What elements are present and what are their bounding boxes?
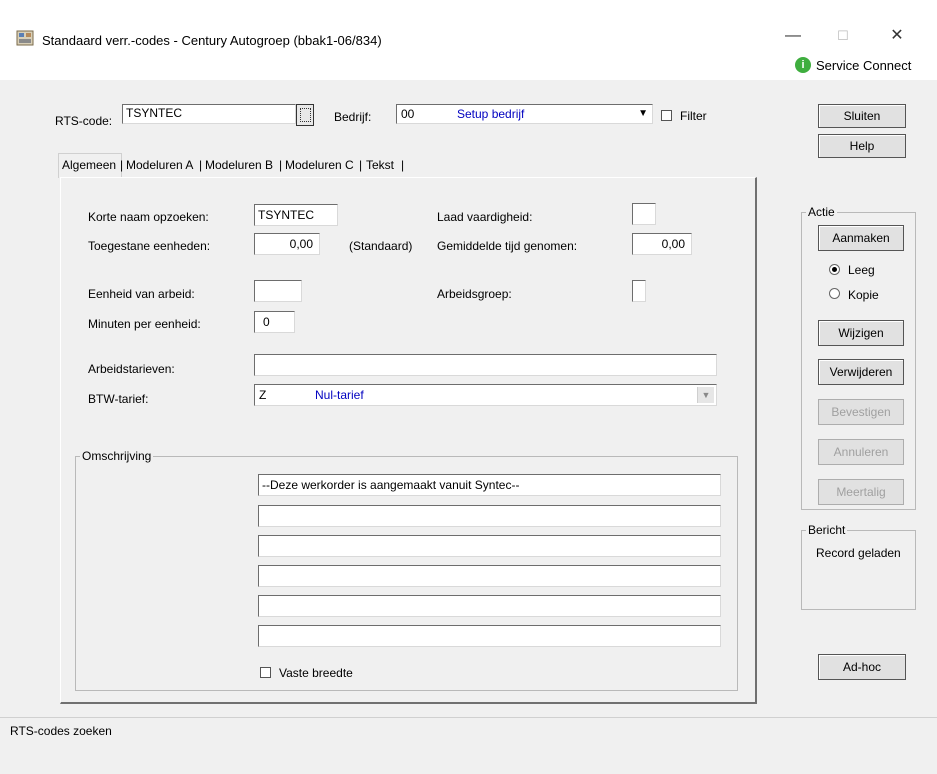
tab-modeluren-b[interactable]: Modeluren B [205, 158, 273, 172]
omschrijving-line-1[interactable]: --Deze werkorder is aangemaakt vanuit Sy… [258, 474, 721, 496]
leeg-radio[interactable] [829, 264, 840, 275]
omschrijving-title: Omschrijving [80, 449, 154, 463]
close-button[interactable]: ✕ [880, 24, 914, 48]
arbeidstarieven-label: Arbeidstarieven: [88, 362, 175, 376]
maximize-button[interactable]: ☐ [826, 24, 860, 48]
lookup-icon [299, 108, 311, 122]
aanmaken-button[interactable]: Aanmaken [818, 225, 904, 251]
wijzigen-button[interactable]: Wijzigen [818, 320, 904, 346]
service-connect-icon: i [795, 57, 811, 73]
chevron-down-icon: ▼ [638, 108, 648, 119]
bericht-group [801, 530, 916, 610]
arbeidstarieven-input[interactable] [254, 354, 717, 376]
kopie-radio[interactable] [829, 288, 840, 299]
vaste-breedte-label: Vaste breedte [279, 666, 353, 680]
gemiddelde-tijd-input[interactable]: 0,00 [632, 233, 692, 255]
meertalig-button[interactable]: Meertalig [818, 479, 904, 505]
btw-code: Z [259, 388, 267, 402]
tab-algemeen[interactable]: Algemeen [62, 158, 116, 172]
minimize-button[interactable]: — [776, 24, 810, 48]
status-bar [0, 717, 937, 744]
adhoc-button[interactable]: Ad-hoc [818, 654, 906, 680]
laad-vaardigheid-label: Laad vaardigheid: [437, 210, 533, 224]
omschrijving-line-2[interactable] [258, 505, 721, 527]
rts-lookup-button[interactable] [296, 104, 314, 126]
verwijderen-button[interactable]: Verwijderen [818, 359, 904, 385]
help-button[interactable]: Help [818, 134, 906, 158]
status-text: RTS-codes zoeken [10, 724, 112, 738]
leeg-label: Leeg [848, 263, 875, 277]
eenheid-label: Eenheid van arbeid: [88, 287, 195, 301]
tab-modeluren-a[interactable]: Modeluren A [126, 158, 193, 172]
filter-label: Filter [680, 109, 707, 123]
arbeidsgroep-label: Arbeidsgroep: [437, 287, 512, 301]
omschrijving-line-3[interactable] [258, 535, 721, 557]
eenheid-input[interactable] [254, 280, 302, 302]
laad-vaardigheid-input[interactable] [632, 203, 656, 225]
btw-label: BTW-tarief: [88, 392, 149, 406]
chevron-down-icon: ▼ [697, 387, 714, 403]
kopie-label: Kopie [848, 288, 879, 302]
window-title: Standaard verr.-codes - Century Autogroe… [42, 33, 382, 48]
service-connect-label[interactable]: Service Connect [816, 58, 911, 73]
tab-tekst[interactable]: Tekst [366, 158, 394, 172]
gemiddelde-tijd-label: Gemiddelde tijd genomen: [437, 239, 578, 253]
bedrijf-name: Setup bedrijf [457, 107, 525, 121]
bedrijf-label: Bedrijf: [334, 110, 372, 124]
omschrijving-line-5[interactable] [258, 595, 721, 617]
bericht-text: Record geladen [816, 546, 901, 560]
omschrijving-line-6[interactable] [258, 625, 721, 647]
minuten-input[interactable]: 0 [254, 311, 295, 333]
standaard-label: (Standaard) [349, 239, 413, 253]
bedrijf-code: 00 [401, 107, 415, 121]
bedrijf-select[interactable]: 00 Setup bedrijf ▼ [396, 104, 653, 124]
vaste-breedte-checkbox[interactable] [260, 667, 271, 678]
korte-naam-input[interactable]: TSYNTEC [254, 204, 338, 226]
rts-code-label: RTS-code: [55, 114, 113, 128]
filter-checkbox[interactable] [661, 110, 672, 121]
rts-code-input[interactable]: TSYNTEC [122, 104, 296, 124]
btw-select[interactable]: Z Nul-tarief ▼ [254, 384, 717, 406]
minuten-label: Minuten per eenheid: [88, 317, 201, 331]
arbeidsgroep-input[interactable] [632, 280, 646, 302]
bericht-title: Bericht [806, 523, 848, 537]
app-icon [16, 29, 36, 47]
korte-naam-label: Korte naam opzoeken: [88, 210, 209, 224]
btw-name: Nul-tarief [315, 388, 364, 402]
annuleren-button[interactable]: Annuleren [818, 439, 904, 465]
omschrijving-line-4[interactable] [258, 565, 721, 587]
sluiten-button[interactable]: Sluiten [818, 104, 906, 128]
toegestane-label: Toegestane eenheden: [88, 239, 211, 253]
actie-title: Actie [806, 205, 837, 219]
bevestigen-button[interactable]: Bevestigen [818, 399, 904, 425]
tab-modeluren-c[interactable]: Modeluren C [285, 158, 354, 172]
toegestane-input[interactable]: 0,00 [254, 233, 320, 255]
